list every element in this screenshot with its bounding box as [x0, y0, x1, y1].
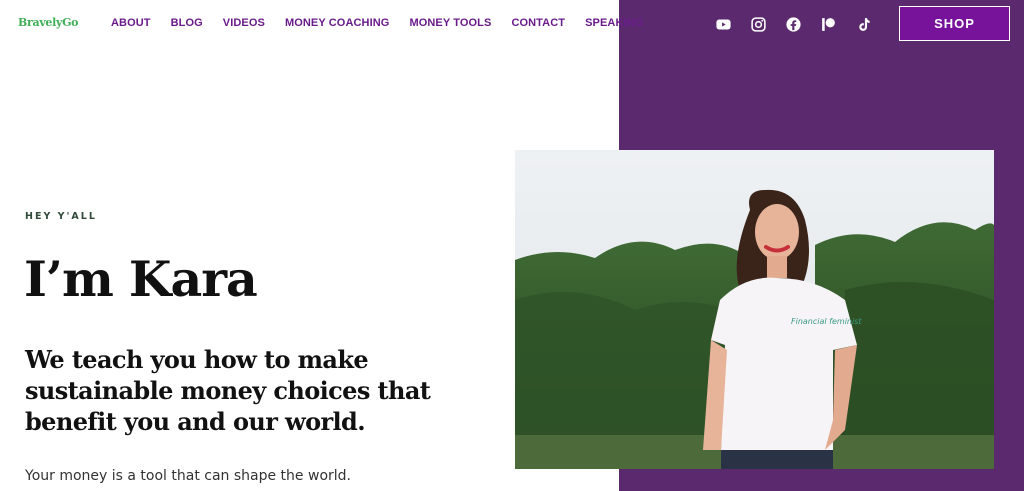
nav-videos[interactable]: VIDEOS — [223, 17, 265, 29]
shirt-text: Financial feminist — [791, 317, 862, 326]
hero-photo: Financial feminist — [515, 150, 994, 469]
hero-title: I’m Kara — [24, 250, 258, 308]
brand-logo[interactable]: BravelyGo — [18, 16, 79, 29]
social-links — [714, 15, 872, 33]
nav-money-tools[interactable]: MONEY TOOLS — [409, 17, 491, 29]
hero-eyebrow: HEY Y'ALL — [25, 211, 97, 222]
nav-blog[interactable]: BLOG — [171, 17, 203, 29]
shop-button[interactable]: SHOP — [899, 6, 1010, 41]
main-nav: ABOUT BLOG VIDEOS MONEY COACHING MONEY T… — [111, 17, 663, 29]
nav-about[interactable]: ABOUT — [111, 17, 151, 29]
nav-speaking[interactable]: SPEAKING — [585, 17, 643, 29]
nav-contact[interactable]: CONTACT — [511, 17, 565, 29]
instagram-icon[interactable] — [749, 15, 767, 33]
youtube-icon[interactable] — [714, 15, 732, 33]
hero-subtitle: We teach you how to make sustainable mon… — [25, 345, 431, 436]
nav-money-coaching[interactable]: MONEY COACHING — [285, 17, 389, 29]
hero-tagline: Your money is a tool that can shape the … — [25, 468, 351, 484]
patreon-icon[interactable] — [819, 15, 837, 33]
tiktok-icon[interactable] — [854, 15, 872, 33]
facebook-icon[interactable] — [784, 15, 802, 33]
